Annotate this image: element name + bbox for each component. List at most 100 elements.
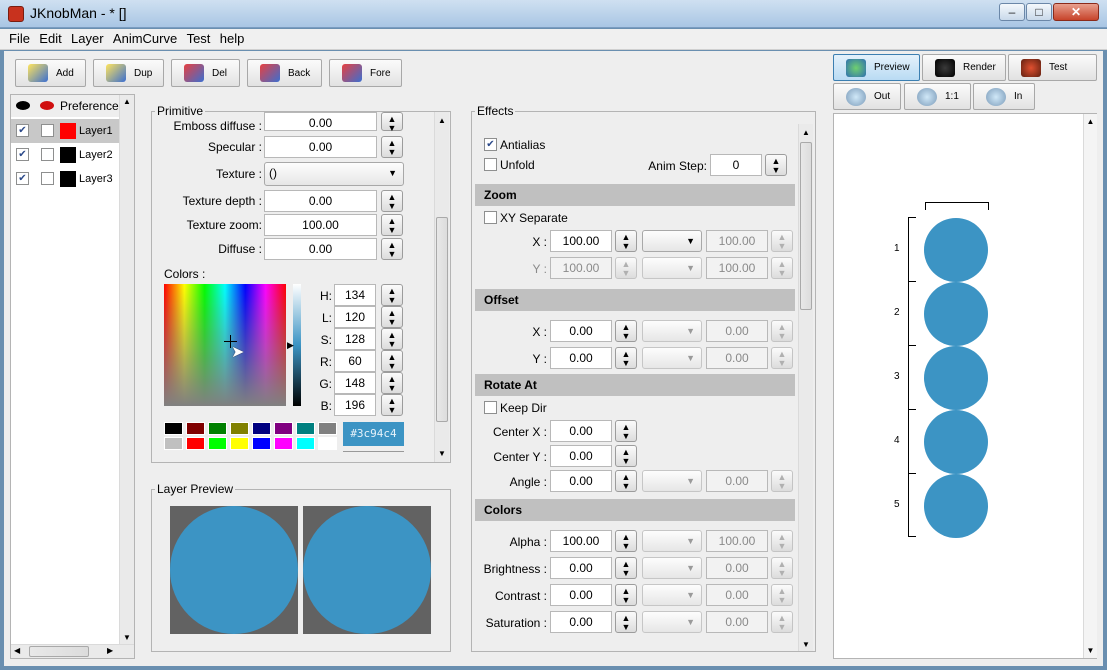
preview-canvas[interactable]: 1 2 3 4 5 ▲ ▼ xyxy=(833,113,1097,659)
specular-spinner[interactable]: ▲ ▼ xyxy=(381,136,403,158)
zoom-x-end-input[interactable]: 100.00 xyxy=(706,230,768,252)
zoom-x-end-spinner[interactable]: ▲ ▼ xyxy=(771,230,793,252)
color-swatch[interactable] xyxy=(230,437,249,450)
zoom-x-input[interactable]: 100.00 xyxy=(550,230,612,252)
zoom-y-curve-select[interactable]: ▼ xyxy=(642,257,702,279)
layer-visible-checkbox[interactable]: ✔ xyxy=(16,172,29,185)
hex-color-display[interactable]: #3c94c4 xyxy=(343,422,404,446)
layer-visible-checkbox[interactable]: ✔ xyxy=(16,124,29,137)
menu-edit[interactable]: Edit xyxy=(36,29,64,48)
unfold-checkbox[interactable] xyxy=(484,158,497,171)
color-swatch[interactable] xyxy=(296,437,315,450)
offset-x-curve-select[interactable]: ▼ xyxy=(642,320,702,342)
offset-x-input[interactable]: 0.00 xyxy=(550,320,612,342)
primitive-scroll-thumb[interactable] xyxy=(436,217,448,422)
angle-curve-select[interactable]: ▼ xyxy=(642,470,702,492)
close-button[interactable]: ✕ xyxy=(1053,3,1099,21)
color-swatch[interactable] xyxy=(318,437,337,450)
center-x-input[interactable]: 0.00 xyxy=(550,420,612,442)
offset-x-spinner[interactable]: ▲ ▼ xyxy=(615,320,637,342)
test-tab-button[interactable]: Test xyxy=(1008,54,1097,81)
layer-row-2[interactable]: ✔ Layer2 xyxy=(11,143,119,167)
saturation-spinner[interactable]: ▲ ▼ xyxy=(381,328,403,350)
offset-x-end-input[interactable]: 0.00 xyxy=(706,320,768,342)
angle-spinner[interactable]: ▲ ▼ xyxy=(615,470,637,492)
texture-select[interactable]: () ▼ xyxy=(264,162,404,186)
emboss-diffuse-input[interactable]: 0.00 xyxy=(264,112,377,131)
add-button[interactable]: Add xyxy=(15,59,86,87)
layer-row-1[interactable]: ✔ Layer1 xyxy=(11,119,119,143)
offset-x-end-spinner[interactable]: ▲ ▼ xyxy=(771,320,793,342)
red-spinner[interactable]: ▲ ▼ xyxy=(381,350,403,372)
contrast-end-spinner[interactable]: ▲ ▼ xyxy=(771,584,793,606)
saturation-curve-select[interactable]: ▼ xyxy=(642,611,702,633)
antialias-checkbox[interactable]: ✔ xyxy=(484,138,497,151)
alpha-end-spinner[interactable]: ▲ ▼ xyxy=(771,530,793,552)
saturation-end-input[interactable]: 0.00 xyxy=(706,611,768,633)
dup-button[interactable]: Dup xyxy=(93,59,164,87)
layer-solo-checkbox[interactable] xyxy=(41,172,54,185)
center-x-spinner[interactable]: ▲ ▼ xyxy=(615,420,637,442)
layer-visible-checkbox[interactable]: ✔ xyxy=(16,148,29,161)
menu-file[interactable]: File xyxy=(6,29,33,48)
offset-y-end-input[interactable]: 0.00 xyxy=(706,347,768,369)
center-y-input[interactable]: 0.00 xyxy=(550,445,612,467)
xy-separate-checkbox[interactable] xyxy=(484,211,497,224)
lightness-input[interactable]: 120 xyxy=(334,306,376,328)
anim-step-input[interactable]: 0 xyxy=(710,154,762,176)
preference-label[interactable]: Preference xyxy=(60,99,119,113)
texture-depth-input[interactable]: 0.00 xyxy=(264,190,377,212)
angle-end-spinner[interactable]: ▲ ▼ xyxy=(771,470,793,492)
recent-color-box[interactable] xyxy=(343,451,404,452)
texture-depth-spinner[interactable]: ▲ ▼ xyxy=(381,190,403,212)
color-swatch[interactable] xyxy=(318,422,337,435)
red-input[interactable]: 60 xyxy=(334,350,376,372)
zoom-x-curve-select[interactable]: ▼ xyxy=(642,230,702,252)
zoom-y-end-spinner[interactable]: ▲ ▼ xyxy=(771,257,793,279)
zoom-y-input[interactable]: 100.00 xyxy=(550,257,612,279)
effects-scroll-thumb[interactable] xyxy=(800,142,812,310)
blue-input[interactable]: 196 xyxy=(334,394,376,416)
green-spinner[interactable]: ▲ ▼ xyxy=(381,372,403,394)
color-swatch[interactable] xyxy=(274,437,293,450)
color-swatch[interactable] xyxy=(186,437,205,450)
layer-row-3[interactable]: ✔ Layer3 xyxy=(11,167,119,191)
layer-solo-checkbox[interactable] xyxy=(41,124,54,137)
contrast-end-input[interactable]: 0.00 xyxy=(706,584,768,606)
texture-zoom-spinner[interactable]: ▲ ▼ xyxy=(381,214,403,236)
effects-vscroll[interactable]: ▲ ▼ xyxy=(798,124,813,651)
center-y-spinner[interactable]: ▲ ▼ xyxy=(615,445,637,467)
menu-help[interactable]: help xyxy=(217,29,248,48)
lightness-spinner[interactable]: ▲ ▼ xyxy=(381,306,403,328)
diffuse-spinner[interactable]: ▲ ▼ xyxy=(381,238,403,260)
color-swatch[interactable] xyxy=(208,437,227,450)
saturation-end-spinner[interactable]: ▲ ▼ xyxy=(771,611,793,633)
saturation-input[interactable]: 128 xyxy=(334,328,376,350)
zoom-1-1-button[interactable]: 1:1 xyxy=(904,83,971,110)
color-swatch[interactable] xyxy=(252,422,271,435)
color-swatch[interactable] xyxy=(252,437,271,450)
color-swatch[interactable] xyxy=(230,422,249,435)
zoom-out-button[interactable]: Out xyxy=(833,83,901,110)
layer-list-vscroll[interactable]: ▲ ▼ xyxy=(119,95,134,644)
color-swatch[interactable] xyxy=(164,437,183,450)
del-button[interactable]: Del xyxy=(171,59,240,87)
preview-vscroll[interactable]: ▲ ▼ xyxy=(1083,114,1097,658)
alpha-spinner[interactable]: ▲ ▼ xyxy=(615,530,637,552)
specular-input[interactable]: 0.00 xyxy=(264,136,377,158)
primitive-vscroll[interactable]: ▲ ▼ xyxy=(434,112,449,462)
color-swatch[interactable] xyxy=(296,422,315,435)
hue-spinner[interactable]: ▲ ▼ xyxy=(381,284,403,306)
keep-dir-checkbox[interactable] xyxy=(484,401,497,414)
zoom-y-end-input[interactable]: 100.00 xyxy=(706,257,768,279)
menu-test[interactable]: Test xyxy=(184,29,214,48)
alpha-input[interactable]: 100.00 xyxy=(550,530,612,552)
fore-button[interactable]: Fore xyxy=(329,59,402,87)
offset-y-curve-select[interactable]: ▼ xyxy=(642,347,702,369)
color-swatch[interactable] xyxy=(208,422,227,435)
contrast-spinner[interactable]: ▲ ▼ xyxy=(615,584,637,606)
texture-zoom-input[interactable]: 100.00 xyxy=(264,214,377,236)
zoom-y-spinner[interactable]: ▲ ▼ xyxy=(615,257,637,279)
brightness-input[interactable]: 0.00 xyxy=(550,557,612,579)
angle-input[interactable]: 0.00 xyxy=(550,470,612,492)
